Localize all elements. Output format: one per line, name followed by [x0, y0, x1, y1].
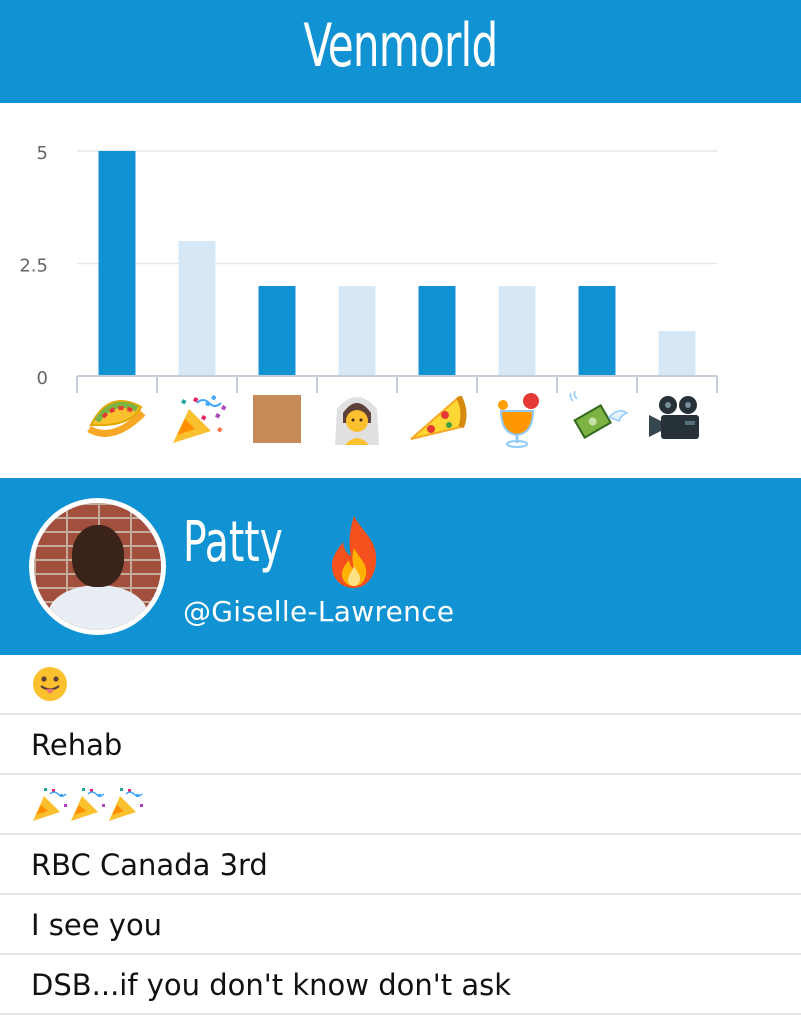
profile-handle[interactable]: @Giselle-Lawrence: [183, 594, 454, 630]
list-item[interactable]: DSB...if you don't know don't ask: [0, 955, 801, 1015]
fire-icon: [331, 516, 377, 588]
list-item[interactable]: RBC Canada 3rd: [0, 835, 801, 895]
chart-y-tick-label: 5: [37, 143, 48, 164]
message-text: Rehab: [31, 728, 123, 762]
chart-bar[interactable]: [418, 286, 456, 376]
chart-svg: 02.55: [19, 143, 718, 448]
party-popper-icon: [33, 788, 67, 821]
chart-gridlines: [77, 150, 717, 265]
chart-y-tick-labels: 02.55: [19, 143, 48, 389]
party-popper-icon: [71, 788, 105, 821]
chart-bar[interactable]: [98, 151, 136, 376]
chart-bar[interactable]: [178, 241, 216, 376]
profile-card: Patty @Giselle-Lawrence: [0, 478, 801, 655]
message-list: Rehab RBC Canada 3rd I see you DSB...if …: [0, 655, 801, 1015]
list-item[interactable]: [0, 655, 801, 715]
chart-bar[interactable]: [258, 286, 296, 376]
money-with-wings-icon: [569, 390, 629, 440]
chart-y-tick-label: 0: [37, 368, 48, 389]
tropical-drink-icon: [498, 393, 539, 448]
emoji-usage-chart: 0 2.5 5: [0, 103, 801, 478]
movie-camera-icon: [649, 396, 699, 439]
pizza-icon: [410, 395, 467, 440]
list-item[interactable]: Rehab: [0, 715, 801, 775]
chart-y-tick-label: 2.5: [19, 256, 48, 277]
bride-with-veil-icon: [335, 397, 379, 445]
list-item[interactable]: [0, 775, 801, 835]
taco-icon: [87, 400, 146, 437]
app-header: Venmorld: [0, 0, 801, 103]
message-text: I see you: [31, 908, 163, 942]
avatar[interactable]: [29, 498, 166, 635]
message-text: DSB...if you don't know don't ask: [31, 968, 511, 1002]
chart-x-axis: [76, 375, 718, 393]
profile-name: Patty: [183, 510, 283, 575]
brown-square-icon: [253, 395, 301, 443]
chart-bar[interactable]: [658, 331, 696, 376]
list-item[interactable]: I see you: [0, 895, 801, 955]
face-with-tongue-icon: [33, 667, 67, 701]
app-title: Venmorld: [303, 11, 498, 81]
party-popper-icon: [173, 395, 227, 443]
chart-bar[interactable]: [338, 286, 376, 376]
message-text: RBC Canada 3rd: [31, 848, 268, 882]
chart-category-icons: [87, 390, 699, 448]
chart-bar[interactable]: [578, 286, 616, 376]
chart-bar[interactable]: [498, 286, 536, 376]
party-popper-icon: [109, 788, 143, 821]
